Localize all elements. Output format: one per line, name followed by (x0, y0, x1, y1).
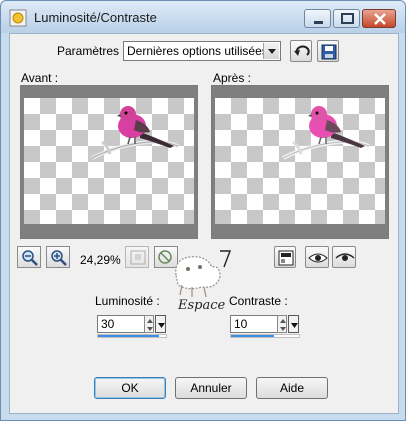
cancel-button[interactable]: Annuler (175, 377, 247, 399)
minimize-icon (314, 21, 323, 24)
help-button[interactable]: Aide (256, 377, 328, 399)
contrast-slider-fill (231, 335, 274, 337)
luminosity-value: 30 (101, 317, 115, 331)
before-preview[interactable] (20, 85, 198, 239)
maximize-button[interactable] (333, 9, 360, 28)
svg-text:Espace: Espace (177, 298, 226, 313)
save-disk-icon (321, 44, 337, 60)
parameters-selected-value: Dernières options utilisées (127, 44, 268, 58)
luminosity-stepper[interactable] (144, 315, 154, 333)
after-preview-canvas (215, 98, 385, 224)
luminosity-slider[interactable] (97, 334, 167, 338)
reset-button[interactable] (290, 40, 312, 62)
zoom-in-button[interactable] (46, 246, 70, 268)
before-label: Avant : (21, 71, 59, 85)
zoom-out-button[interactable] (17, 246, 41, 268)
contrast-stepper[interactable] (277, 315, 287, 333)
minimize-button[interactable] (304, 9, 331, 28)
show-result-button[interactable] (332, 246, 356, 268)
fit-window-icon (130, 250, 146, 265)
luminosity-slider-fill (98, 335, 160, 337)
bird-image (282, 106, 370, 160)
chevron-down-icon (158, 323, 165, 328)
contrast-label: Contraste : (229, 294, 288, 308)
close-button[interactable] (362, 9, 396, 28)
maximize-icon (341, 13, 354, 24)
zoom-out-icon (22, 250, 38, 266)
eye-icon (308, 253, 328, 263)
close-icon (374, 13, 386, 25)
bird-image (91, 106, 179, 160)
contrast-input[interactable]: 10 (230, 315, 278, 333)
single-preview-button[interactable] (274, 246, 296, 268)
luminosity-input[interactable]: 30 (97, 315, 145, 333)
after-label: Après : (213, 71, 252, 85)
reset-arrow-icon (294, 45, 310, 56)
chevron-down-icon (291, 323, 298, 328)
eye-icon (335, 253, 355, 261)
parameters-select[interactable]: Dernières options utilisées (123, 41, 281, 61)
up-down-arrows-icon (280, 319, 286, 331)
luminosity-dropdown[interactable] (155, 315, 166, 333)
up-down-arrows-icon (147, 319, 153, 331)
parameters-label: Paramètres : (57, 44, 126, 58)
show-original-button[interactable] (305, 246, 329, 268)
luminosity-label: Luminosité : (95, 294, 160, 308)
contrast-dropdown[interactable] (288, 315, 299, 333)
zoom-level: 24,29% (80, 253, 121, 267)
save-preset-button[interactable] (317, 40, 339, 62)
contrast-slider[interactable] (230, 334, 300, 338)
zoom-in-icon (51, 250, 67, 266)
fit-window-button[interactable] (125, 246, 149, 268)
ok-button[interactable]: OK (94, 377, 166, 399)
dialog-window: Luminosité/Contraste Paramètres : Derniè… (0, 0, 406, 421)
chevron-down-icon[interactable] (263, 43, 279, 59)
title-bar[interactable]: Luminosité/Contraste (1, 1, 405, 33)
window-title: Luminosité/Contraste (34, 10, 157, 25)
after-preview[interactable] (211, 85, 389, 239)
before-preview-canvas (24, 98, 194, 224)
single-preview-icon (278, 250, 294, 266)
contrast-value: 10 (234, 317, 248, 331)
app-icon (9, 9, 27, 27)
